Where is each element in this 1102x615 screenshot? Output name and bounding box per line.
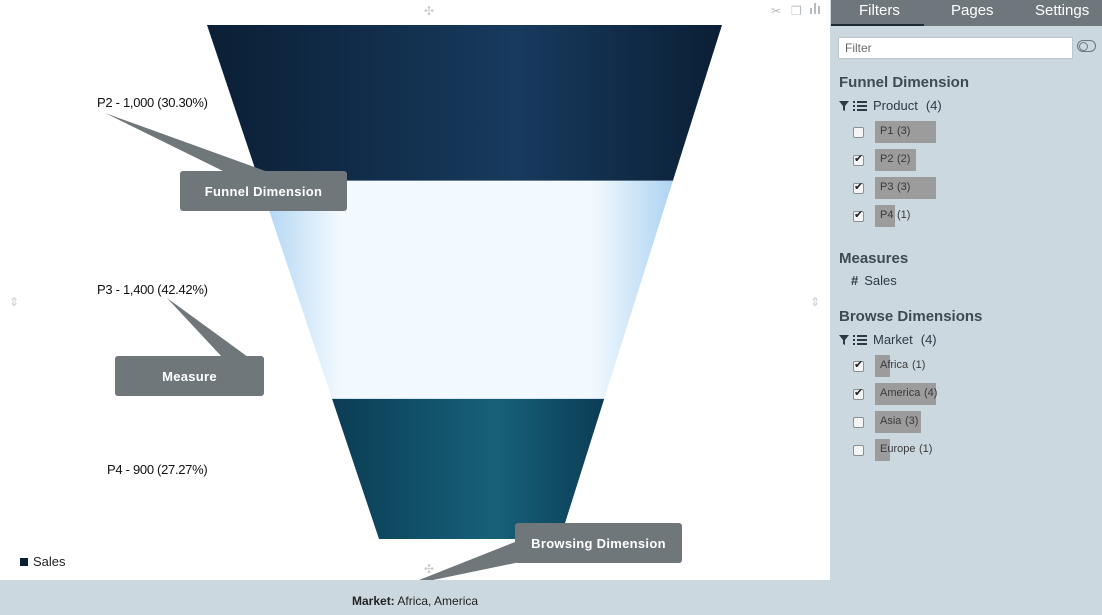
resize-handle-right-icon[interactable]: ⇕ <box>810 296 820 308</box>
market-field-count: (4) <box>920 332 937 347</box>
market-item[interactable]: Europe (1) <box>853 439 932 461</box>
legend-swatch <box>20 557 28 566</box>
product-item[interactable]: P2(2) <box>853 149 916 171</box>
browse-filter-value: Africa, America <box>397 594 479 608</box>
market-item-label: Asia <box>880 415 902 427</box>
browsing-dimension-callout: Browsing Dimension <box>515 523 682 563</box>
list-icon <box>853 100 867 111</box>
segment-label-p3: P3 - 1,400 (42.42%) <box>97 282 208 297</box>
scissors-icon[interactable]: ✂ <box>771 5 781 17</box>
browse-filter-key: Market: <box>352 594 395 608</box>
market-checkbox[interactable] <box>853 358 864 372</box>
market-field-name: Market <box>873 332 913 347</box>
legend-label: Sales <box>33 554 66 569</box>
market-item[interactable]: Asia (3) <box>853 411 921 433</box>
market-checkbox[interactable] <box>853 444 864 456</box>
product-item-count: (1) <box>897 209 911 221</box>
product-item-label: P4 <box>880 209 894 221</box>
market-item-label: Europe <box>880 443 916 455</box>
product-checkbox[interactable] <box>853 180 864 194</box>
funnel-segment-p3[interactable] <box>259 180 673 399</box>
panel-tabs: Filters Pages Settings <box>831 0 1102 26</box>
market-item-label: Africa <box>880 359 909 371</box>
market-item-label: America <box>880 387 921 399</box>
market-item-count: (3) <box>905 415 919 427</box>
market-checkbox[interactable] <box>853 416 864 428</box>
move-handle-icon[interactable]: ✣ <box>424 5 434 17</box>
bar-chart-icon[interactable] <box>810 3 820 16</box>
market-item[interactable]: America(4) <box>853 383 937 405</box>
product-item-count: (2) <box>897 153 911 165</box>
product-item-count: (3) <box>897 181 911 193</box>
copy-icon[interactable]: ❐ <box>791 5 802 17</box>
funnel-dimension-callout: Funnel Dimension <box>180 171 347 211</box>
filter-panel: Filters Pages Settings Funnel Dimension … <box>831 0 1102 615</box>
filter-funnel-icon <box>839 334 849 345</box>
product-item-label: P1 <box>880 125 894 137</box>
measures-title: Measures <box>839 250 909 267</box>
market-checkbox[interactable] <box>853 386 864 400</box>
active-tab-indicator <box>831 24 924 26</box>
hash-icon: # <box>851 273 859 288</box>
product-field-name: Product <box>873 98 918 113</box>
tab-settings[interactable]: Settings <box>1035 2 1089 19</box>
browse-dimensions-title: Browse Dimensions <box>839 308 983 325</box>
market-item-count: (4) <box>924 387 938 399</box>
product-dimension-header[interactable]: Product (4) <box>839 98 942 113</box>
measure-item-label: Sales <box>864 273 897 288</box>
product-item[interactable]: P3(3) <box>853 177 936 199</box>
measure-item-sales[interactable]: # Sales <box>851 273 897 288</box>
product-item[interactable]: P1 (3) <box>853 121 936 143</box>
product-item-label: P2 <box>880 153 894 165</box>
product-checkbox[interactable] <box>853 126 864 138</box>
filter-funnel-icon <box>839 100 849 111</box>
market-dimension-header[interactable]: Market (4) <box>839 332 937 347</box>
product-item-label: P3 <box>880 181 894 193</box>
tab-pages[interactable]: Pages <box>951 2 994 19</box>
market-item-count: (1) <box>919 443 933 455</box>
market-item[interactable]: Africa(1) <box>853 355 925 377</box>
funnel-dimension-title: Funnel Dimension <box>839 74 970 91</box>
product-field-count: (4) <box>925 98 942 113</box>
measure-callout: Measure <box>115 356 264 396</box>
toggle-icon[interactable] <box>1077 40 1096 52</box>
legend: Sales <box>20 554 66 569</box>
funnel-segment-p4[interactable] <box>332 398 605 539</box>
browse-filter-summary: Market: Africa, America <box>352 594 478 608</box>
product-checkbox[interactable] <box>853 208 864 222</box>
chart-card: P2 - 1,000 (30.30%) P3 - 1,400 (42.42%) … <box>0 0 830 580</box>
tab-filters[interactable]: Filters <box>859 2 900 19</box>
resize-handle-bottom-icon[interactable]: ✣ <box>424 563 434 575</box>
market-item-count: (1) <box>912 359 926 371</box>
list-icon <box>853 334 867 345</box>
segment-label-p2: P2 - 1,000 (30.30%) <box>97 95 208 110</box>
resize-handle-left-icon[interactable]: ⇕ <box>9 296 19 308</box>
product-checkbox[interactable] <box>853 152 864 166</box>
funnel-segment-p2[interactable] <box>207 25 722 181</box>
filter-input[interactable] <box>838 37 1073 59</box>
browsing-dimension-pointer <box>419 540 520 580</box>
product-item-count: (3) <box>897 125 911 137</box>
measure-pointer <box>167 298 248 357</box>
segment-label-p4: P4 - 900 (27.27%) <box>107 462 208 477</box>
product-item[interactable]: P4(1) <box>853 205 910 227</box>
